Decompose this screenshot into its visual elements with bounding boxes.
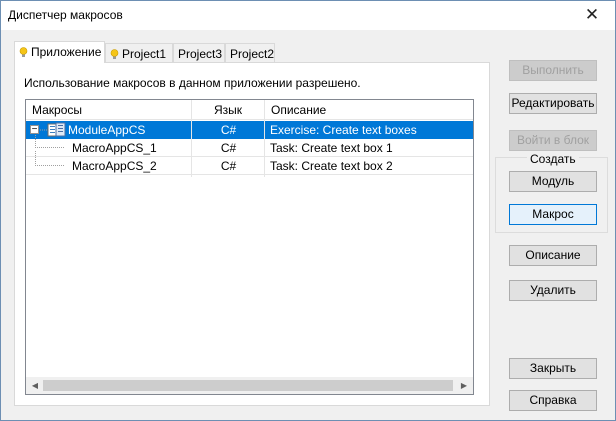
macro-description: Task: Create text box 1 [270, 141, 393, 155]
column-header-description[interactable]: Описание [265, 100, 473, 120]
description-button[interactable]: Описание [509, 245, 597, 266]
scroll-left-arrow-icon[interactable]: ◀ [28, 378, 42, 393]
create-group-label: Создать [527, 152, 579, 166]
macro-language: C# [220, 159, 237, 173]
collapse-toggle[interactable]: − [30, 125, 39, 135]
scroll-right-arrow-icon[interactable]: ▶ [457, 378, 471, 393]
tab-label: Project1 [122, 47, 167, 61]
bulb-icon [110, 49, 119, 60]
macro-name: ModuleAppCS [68, 123, 146, 137]
tab-project3[interactable]: Project3 [173, 43, 225, 63]
tree-connector [35, 151, 65, 166]
tab-application[interactable]: Приложение [14, 41, 105, 63]
tab-project1[interactable]: Project1 [105, 43, 173, 63]
tab-project2[interactable]: Project2 [225, 43, 275, 63]
tree-row[interactable]: MacroAppCS_1 C# Task: Create text box 1 [26, 135, 473, 157]
macro-name: MacroAppCS_2 [72, 159, 157, 173]
run-button[interactable]: Выполнить [509, 60, 597, 81]
macro-description: Exercise: Create text boxes [270, 123, 417, 137]
step-into-button[interactable]: Войти в блок [509, 130, 597, 151]
info-text: Использование макросов в данном приложен… [24, 76, 361, 90]
help-button[interactable]: Справка [509, 390, 597, 411]
macro-description: Task: Create text box 2 [270, 159, 393, 173]
tree-row[interactable]: − ModuleAppCS C# Exercise: Create text b… [26, 121, 473, 139]
column-divider [191, 119, 192, 177]
row-divider [26, 174, 473, 175]
module-button[interactable]: Модуль [509, 171, 597, 192]
bulb-icon [19, 47, 28, 58]
close-button[interactable]: Закрыть [509, 358, 597, 379]
tab-label: Приложение [31, 45, 102, 59]
tree-connector [35, 135, 65, 148]
tab-label: Project3 [178, 47, 223, 61]
macro-language: C# [220, 123, 237, 137]
close-window-button[interactable]: ✕ [575, 2, 609, 28]
macro-name: MacroAppCS_1 [72, 141, 157, 155]
macro-button[interactable]: Макрос [509, 204, 597, 225]
window-title: Диспетчер макросов [8, 8, 123, 22]
macro-language: C# [220, 141, 237, 155]
delete-button[interactable]: Удалить [509, 280, 597, 301]
tree-row[interactable]: MacroAppCS_2 C# Task: Create text box 2 [26, 151, 473, 175]
tab-label: Project2 [230, 47, 275, 61]
macro-tree[interactable]: Макросы Язык Описание − ModuleAppCS C# E… [25, 99, 474, 395]
column-header-macros[interactable]: Макросы [26, 100, 192, 120]
scrollbar-thumb[interactable] [43, 380, 453, 391]
edit-button[interactable]: Редактировать [509, 93, 597, 114]
column-divider [264, 119, 265, 177]
row-divider [26, 156, 473, 157]
column-header-language[interactable]: Язык [192, 100, 265, 120]
